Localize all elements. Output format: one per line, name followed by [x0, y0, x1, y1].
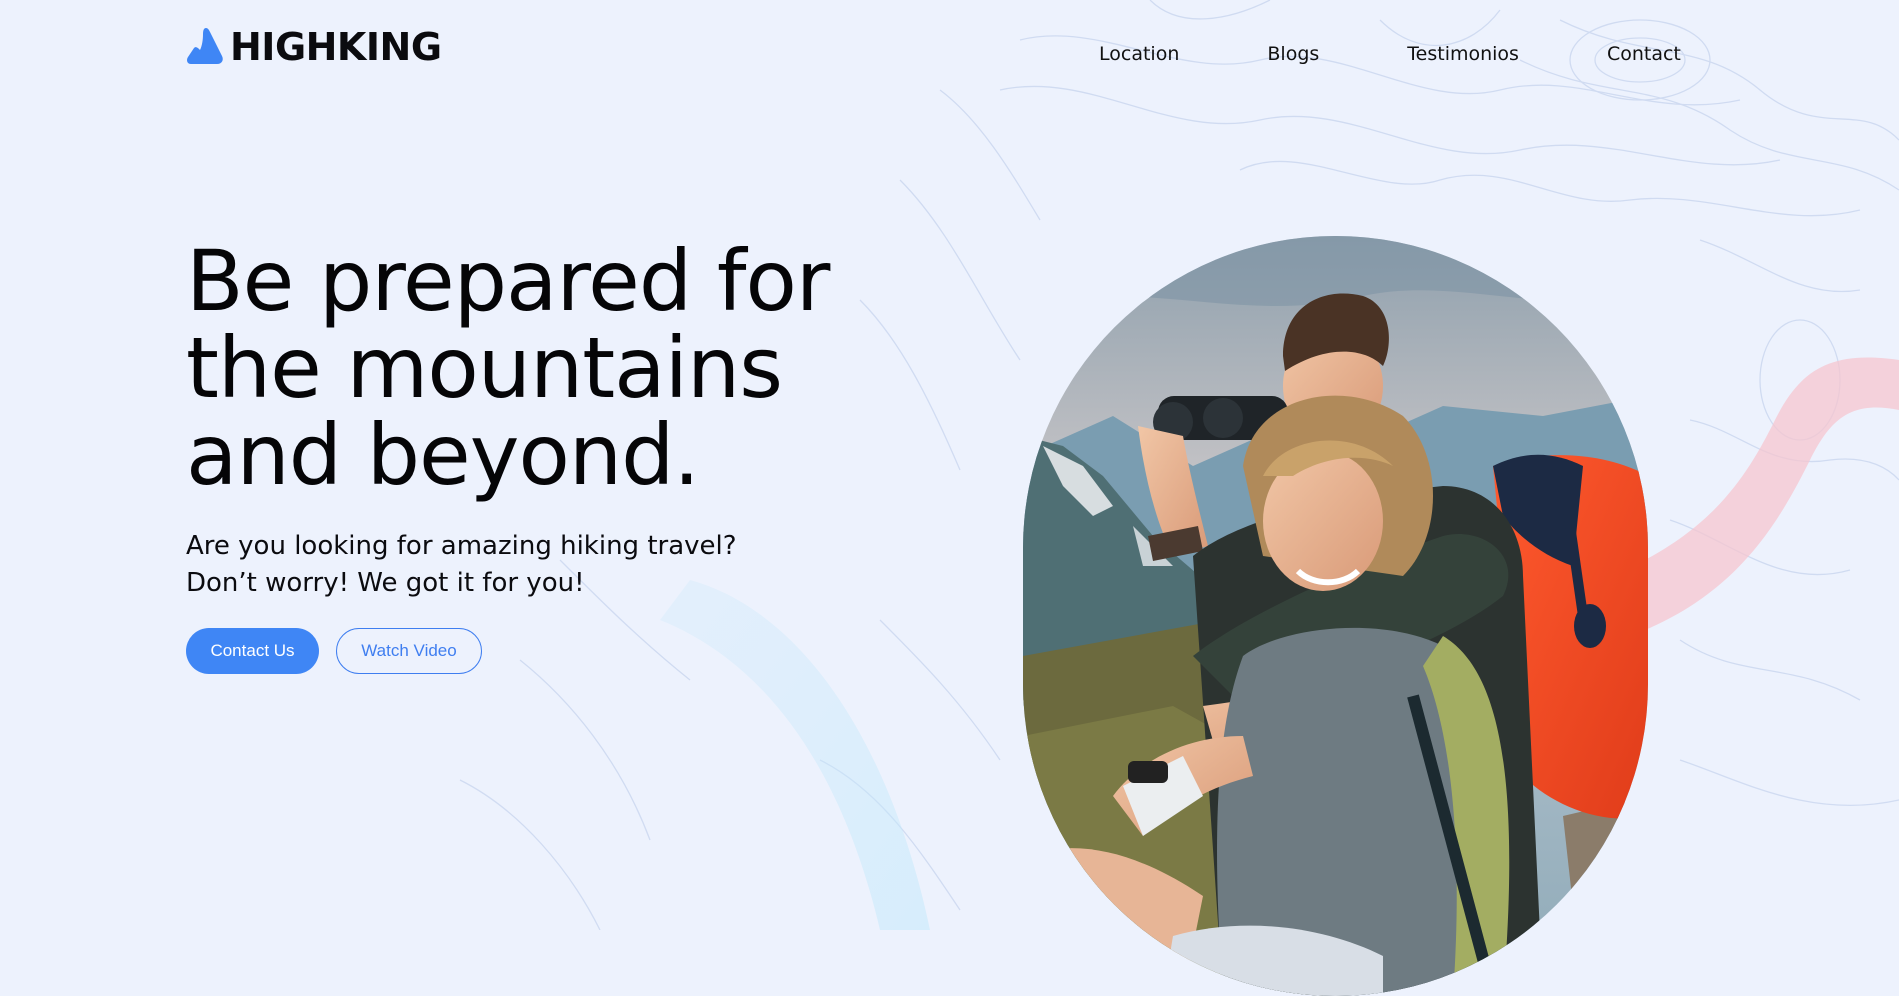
photo-hikers-icon: [1023, 236, 1648, 996]
hero-subtitle: Are you looking for amazing hiking trave…: [186, 528, 806, 602]
hero-title-line: the mountains: [186, 319, 783, 417]
contact-us-button[interactable]: Contact Us: [186, 628, 319, 674]
brand-name: HIGHKING: [230, 25, 442, 69]
hero-title-line: Be prepared for: [186, 232, 830, 330]
hero-subtitle-line: Don’t worry! We got it for you!: [186, 568, 585, 598]
mountain-icon: [187, 28, 223, 64]
brand-logo[interactable]: HIGHKING: [186, 26, 442, 68]
nav-item-testimonios[interactable]: Testimonios: [1407, 42, 1519, 66]
main-nav: Location Blogs Testimonios Contact: [1099, 42, 1681, 66]
nav-item-contact[interactable]: Contact: [1607, 42, 1681, 66]
hero-subtitle-line: Are you looking for amazing hiking trave…: [186, 531, 737, 561]
hero-title: Be prepared for the mountains and beyond…: [186, 238, 906, 499]
nav-item-blogs[interactable]: Blogs: [1267, 42, 1319, 66]
nav-item-location[interactable]: Location: [1099, 42, 1179, 66]
watch-video-button[interactable]: Watch Video: [336, 628, 482, 674]
hero-actions: Contact Us Watch Video: [186, 628, 482, 674]
hero-title-line: and beyond.: [186, 406, 700, 504]
hero-image: [1023, 236, 1648, 996]
site-header: HIGHKING Location Blogs Testimonios Cont…: [0, 0, 1899, 110]
